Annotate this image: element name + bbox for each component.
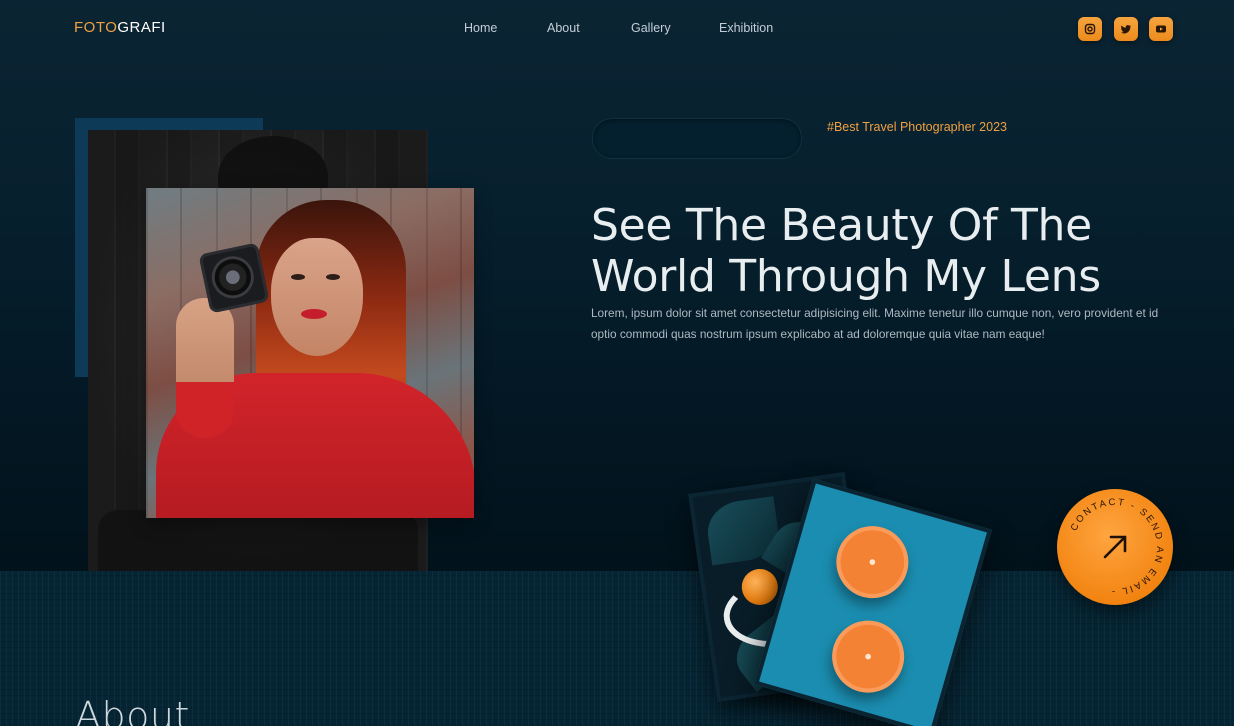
youtube-icon[interactable]: [1149, 17, 1173, 41]
contact-ring-text: CONTACT - SEND AN EMAIL -: [1069, 497, 1166, 597]
headline-line-2: World Through My Lens: [591, 251, 1101, 302]
arrow-up-right-icon: [1103, 535, 1127, 559]
nav-gallery[interactable]: Gallery: [631, 21, 671, 35]
contact-ring-label: CONTACT - SEND AN EMAIL -: [1069, 497, 1163, 597]
about-heading: About: [75, 694, 190, 726]
nav-exhibition[interactable]: Exhibition: [719, 21, 773, 35]
about-section: About: [0, 571, 1234, 726]
tag-pill: [592, 118, 802, 159]
nav-home[interactable]: Home: [464, 21, 497, 35]
hero-section: FOTOGRAFI Home About Gallery Exhibition …: [0, 0, 1234, 571]
nav-about[interactable]: About: [547, 21, 580, 35]
hero-description: Lorem, ipsum dolor sit amet consectetur …: [591, 306, 1159, 341]
main-nav: Home About Gallery Exhibition: [0, 21, 1234, 39]
award-tag: #Best Travel Photographer 2023: [827, 120, 1007, 134]
hero-headline: See The Beauty Of The World Through My L…: [591, 200, 1201, 302]
photographer-photo: [146, 188, 474, 518]
instagram-icon[interactable]: [1078, 17, 1102, 41]
contact-badge[interactable]: CONTACT - SEND AN EMAIL -: [1057, 489, 1173, 605]
headline-line-1: See The Beauty Of The: [591, 200, 1092, 251]
twitter-icon[interactable]: [1114, 17, 1138, 41]
camera-icon: [198, 242, 270, 314]
svg-text:CONTACT - SEND AN EMAIL -: CONTACT - SEND AN EMAIL -: [1069, 497, 1166, 597]
